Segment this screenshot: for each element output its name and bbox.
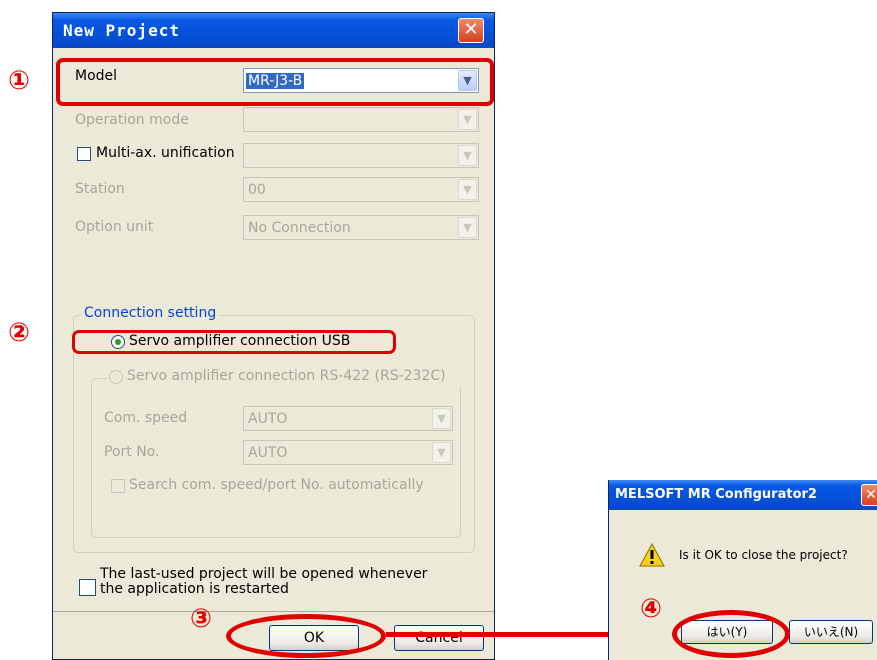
- chevron-down-icon: ▼: [458, 179, 477, 200]
- arrow-line: [386, 632, 626, 637]
- com-speed-label: Com. speed: [104, 410, 188, 426]
- search-auto-label: Search com. speed/port No. automatically: [129, 477, 424, 493]
- station-value: 00: [248, 182, 266, 198]
- step2-marker: ②: [8, 318, 31, 348]
- chevron-down-icon: ▼: [432, 442, 451, 463]
- operation-mode-select[interactable]: ▼: [243, 107, 479, 132]
- chevron-down-icon: ▼: [458, 145, 477, 166]
- step3-marker: ③: [190, 604, 213, 634]
- com-speed-select[interactable]: AUTO ▼: [243, 406, 453, 431]
- option-unit-value: No Connection: [248, 220, 351, 236]
- chevron-down-icon: ▼: [432, 408, 451, 429]
- station-select[interactable]: 00 ▼: [243, 177, 479, 202]
- highlight-yes: [672, 610, 790, 658]
- chevron-down-icon: ▼: [458, 217, 477, 238]
- multi-axis-checkbox[interactable]: [77, 147, 91, 161]
- port-select[interactable]: AUTO ▼: [243, 440, 453, 465]
- port-label: Port No.: [104, 444, 160, 460]
- rs422-radio-label: Servo amplifier connection RS-422 (RS-23…: [127, 368, 446, 384]
- last-used-label: The last-used project will be opened whe…: [100, 566, 428, 597]
- last-used-checkbox[interactable]: [79, 579, 96, 596]
- confirm-title-bar[interactable]: MELSOFT MR Configurator2 ✕: [609, 480, 877, 510]
- warning-icon: [639, 543, 665, 567]
- highlight-usb: [72, 330, 396, 354]
- close-icon[interactable]: ✕: [458, 18, 484, 43]
- station-label: Station: [75, 181, 125, 197]
- chevron-down-icon: ▼: [458, 109, 477, 130]
- confirm-title: MELSOFT MR Configurator2: [615, 487, 817, 502]
- step4-marker: ④: [640, 594, 663, 624]
- operation-mode-label: Operation mode: [75, 112, 189, 128]
- cancel-button[interactable]: Cancel: [394, 625, 484, 651]
- com-speed-value: AUTO: [248, 411, 288, 427]
- search-auto-checkbox[interactable]: [111, 479, 125, 493]
- multi-axis-label: Multi-ax. unification: [96, 145, 235, 161]
- step1-marker: ①: [8, 66, 31, 96]
- dialog-title: New Project: [63, 21, 180, 40]
- connection-setting-label: Connection setting: [81, 305, 220, 321]
- highlight-model: [56, 58, 494, 106]
- divider: [53, 611, 494, 612]
- close-icon[interactable]: ✕: [861, 484, 877, 506]
- option-unit-select[interactable]: No Connection ▼: [243, 215, 479, 240]
- confirm-message: Is it OK to close the project?: [679, 548, 848, 562]
- multi-axis-select[interactable]: ▼: [243, 143, 479, 168]
- option-unit-label: Option unit: [75, 219, 154, 235]
- highlight-ok: [226, 614, 386, 658]
- rs422-radio[interactable]: [109, 370, 123, 384]
- title-bar[interactable]: New Project ✕: [53, 13, 494, 48]
- port-value: AUTO: [248, 445, 288, 461]
- no-button[interactable]: いいえ(N): [789, 620, 873, 644]
